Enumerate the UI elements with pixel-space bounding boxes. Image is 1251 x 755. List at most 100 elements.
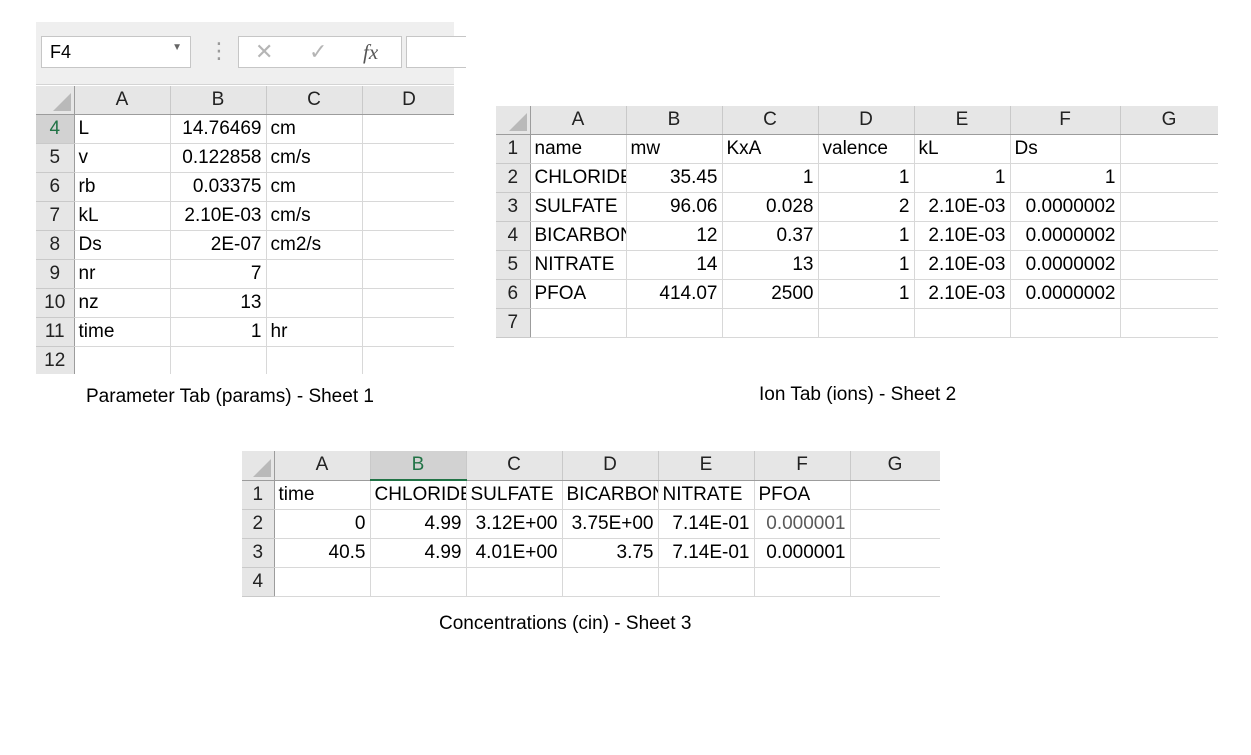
cell[interactable] [530,308,627,338]
cell[interactable]: 1 [818,279,915,309]
column-header[interactable]: D [818,106,915,135]
cell[interactable]: 0.000001 [754,538,851,568]
column-header[interactable]: B [170,86,267,115]
column-header[interactable]: E [658,451,755,481]
cell[interactable]: 2E-07 [170,230,267,260]
cell[interactable]: v [74,143,171,173]
cell[interactable]: 2 [818,192,915,222]
cell[interactable]: Ds [74,230,171,260]
cell[interactable] [914,308,1011,338]
cell[interactable]: kL [74,201,171,231]
cell[interactable]: 0.03375 [170,172,267,202]
cell[interactable]: PFOA [754,480,851,510]
cell[interactable] [1120,163,1218,193]
cell[interactable]: nz [74,288,171,318]
cell[interactable]: name [530,134,627,164]
cell[interactable] [170,346,267,374]
cell[interactable]: L [74,114,171,144]
cell[interactable] [1120,308,1218,338]
column-header[interactable]: E [914,106,1011,135]
cell[interactable]: BICARBONATE [530,221,627,251]
cell[interactable]: 4.99 [370,538,467,568]
cell[interactable]: 0.122858 [170,143,267,173]
cell[interactable]: 0.37 [722,221,819,251]
row-header[interactable]: 6 [36,172,75,202]
cell[interactable]: 1 [818,163,915,193]
cell[interactable]: 14 [626,250,723,280]
column-header[interactable]: F [1010,106,1121,135]
cell[interactable] [362,201,454,231]
cell[interactable]: cm [266,114,363,144]
cell[interactable] [1120,279,1218,309]
cell[interactable]: 96.06 [626,192,723,222]
grip-dots-icon[interactable]: ⋮ [208,40,230,62]
cell[interactable]: BICARBONATE [562,480,659,510]
cell[interactable]: KxA [722,134,819,164]
row-header[interactable]: 5 [36,143,75,173]
cell[interactable] [362,143,454,173]
cell[interactable] [850,567,940,597]
select-all-corner[interactable] [36,86,75,115]
row-header[interactable]: 2 [496,163,531,193]
cell[interactable]: 13 [722,250,819,280]
cell[interactable]: 2.10E-03 [914,221,1011,251]
cell[interactable]: NITRATE [658,480,755,510]
cell[interactable]: mw [626,134,723,164]
column-header[interactable]: G [1120,106,1218,135]
cell[interactable]: 0.028 [722,192,819,222]
cell[interactable]: hr [266,317,363,347]
cell[interactable] [818,308,915,338]
cell[interactable]: 2.10E-03 [914,279,1011,309]
cell[interactable]: 1 [818,221,915,251]
cell[interactable]: PFOA [530,279,627,309]
row-header[interactable]: 1 [496,134,531,164]
cell[interactable] [266,288,363,318]
cell[interactable] [266,346,363,374]
row-header[interactable]: 1 [242,480,275,510]
row-header[interactable]: 8 [36,230,75,260]
name-box[interactable]: F4 ▼ [41,36,191,68]
cell[interactable]: CHLORIDE [530,163,627,193]
cell[interactable]: 2.10E-03 [914,250,1011,280]
cell[interactable]: SULFATE [466,480,563,510]
select-all-corner[interactable] [242,451,275,481]
cell[interactable] [362,346,454,374]
cell[interactable]: nr [74,259,171,289]
row-header[interactable]: 11 [36,317,75,347]
cell[interactable]: 0.0000002 [1010,192,1121,222]
cell[interactable]: 0.0000002 [1010,250,1121,280]
row-header[interactable]: 7 [36,201,75,231]
cell[interactable]: cm [266,172,363,202]
column-header[interactable]: A [74,86,171,115]
cell[interactable]: 7 [170,259,267,289]
cell[interactable]: 13 [170,288,267,318]
cell[interactable]: CHLORIDE [370,480,467,510]
chevron-down-icon[interactable]: ▼ [172,42,182,53]
cell[interactable]: 2.10E-03 [170,201,267,231]
cancel-icon[interactable]: ✕ [255,39,273,65]
cell[interactable] [362,172,454,202]
column-header[interactable]: G [850,451,940,481]
cell[interactable]: 1 [818,250,915,280]
select-all-corner[interactable] [496,106,531,135]
cell[interactable] [562,567,659,597]
formula-input[interactable] [406,36,466,68]
cell[interactable] [658,567,755,597]
cell[interactable] [362,230,454,260]
cell[interactable] [370,567,467,597]
cell[interactable] [850,538,940,568]
cell[interactable]: 0.000001 [754,509,851,539]
cell[interactable]: cm2/s [266,230,363,260]
cell[interactable]: 3.12E+00 [466,509,563,539]
cell[interactable]: valence [818,134,915,164]
cell[interactable]: 40.5 [274,538,371,568]
row-header[interactable]: 4 [242,567,275,597]
cell[interactable]: time [274,480,371,510]
cell[interactable]: 1 [1010,163,1121,193]
row-header[interactable]: 5 [496,250,531,280]
cell[interactable]: 7.14E-01 [658,509,755,539]
column-header[interactable]: C [722,106,819,135]
cell[interactable]: cm/s [266,201,363,231]
cell[interactable]: 14.76469 [170,114,267,144]
cell[interactable] [362,288,454,318]
